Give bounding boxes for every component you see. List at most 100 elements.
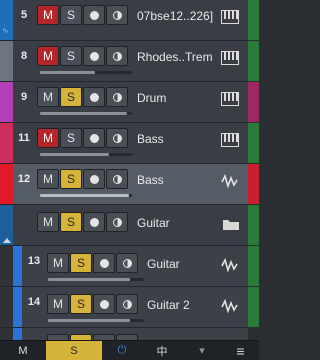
track-edge (248, 41, 259, 81)
mute-button[interactable]: M (37, 212, 59, 232)
mute-button[interactable]: M (37, 87, 59, 107)
solo-button[interactable]: S (60, 87, 82, 107)
record-icon (89, 133, 99, 143)
piano-keys-icon (221, 92, 239, 106)
solo-button[interactable]: S (70, 294, 92, 314)
mute-button[interactable]: M (37, 5, 59, 25)
waveform-icon (221, 299, 238, 313)
track-row-selected[interactable]: 12 M S Bass (0, 164, 259, 205)
mute-button[interactable]: M (47, 294, 69, 314)
track-name[interactable]: Drum (137, 91, 217, 105)
track-name[interactable]: Guitar 2 (147, 298, 217, 312)
record-button[interactable] (83, 5, 105, 25)
mute-button[interactable]: M (37, 128, 59, 148)
monitor-button[interactable] (106, 87, 128, 107)
monitor-button[interactable] (106, 5, 128, 25)
folder-icon (223, 220, 239, 230)
record-icon (89, 92, 99, 102)
track-color-strip: ∿ (0, 0, 13, 40)
volume-slider[interactable] (40, 194, 132, 197)
monitor-icon (112, 133, 122, 143)
record-icon (99, 258, 109, 268)
monitor-button[interactable] (106, 212, 128, 232)
track-color-strip (0, 123, 13, 163)
track-color-strip (0, 82, 13, 122)
track-number: 12 (17, 173, 31, 185)
track-color-strip (13, 287, 22, 327)
track-row[interactable]: 13 M S Guitar (0, 246, 259, 287)
track-color-strip (0, 164, 13, 204)
track-number: 8 (20, 50, 28, 62)
chevron-down-icon[interactable]: ▾ (182, 341, 222, 360)
record-button[interactable] (83, 87, 105, 107)
track-edge (248, 287, 259, 327)
volume-fill (40, 112, 128, 115)
global-mute-button[interactable]: M (0, 341, 46, 360)
menu-icon[interactable]: ≡ (222, 341, 259, 360)
track-name[interactable]: Guitar (137, 216, 217, 230)
track-color-strip (0, 205, 13, 245)
track-edge (248, 123, 259, 163)
track-name[interactable]: Bass (137, 132, 217, 146)
track-number: 11 (18, 132, 30, 144)
solo-button[interactable]: S (60, 5, 82, 25)
record-button[interactable] (83, 169, 105, 189)
power-icon[interactable]: ⏻ (102, 341, 142, 360)
solo-button[interactable]: S (60, 46, 82, 66)
record-button[interactable] (83, 212, 105, 232)
monitor-button[interactable] (106, 128, 128, 148)
track-row[interactable]: 8 M S Rhodes..Trem (0, 41, 259, 82)
automation-icon: ∿ (2, 26, 9, 35)
track-list-footer: M S ⏻ 中 ▾ ≡ (0, 340, 259, 360)
track-row[interactable]: 11 M S Bass (0, 123, 259, 164)
collapse-triangle-icon[interactable] (3, 238, 11, 243)
solo-button[interactable]: S (70, 253, 92, 273)
volume-slider[interactable] (48, 319, 144, 322)
solo-button[interactable]: S (60, 128, 82, 148)
monitor-button[interactable] (106, 169, 128, 189)
record-icon (89, 10, 99, 20)
monitor-button[interactable] (106, 46, 128, 66)
mute-button[interactable]: M (37, 46, 59, 66)
track-row[interactable]: ∿ 5 M S 07bse12..226] (0, 0, 259, 41)
monitor-button[interactable] (116, 294, 138, 314)
record-icon (99, 299, 109, 309)
solo-button[interactable]: S (60, 169, 82, 189)
track-name[interactable]: Guitar (147, 257, 217, 271)
record-icon (89, 217, 99, 227)
monitor-icon (112, 217, 122, 227)
track-number: 14 (27, 296, 41, 308)
record-button[interactable] (83, 128, 105, 148)
center-button[interactable]: 中 (142, 341, 182, 360)
track-row[interactable] (0, 328, 248, 340)
monitor-icon (112, 174, 122, 184)
record-button[interactable] (93, 253, 115, 273)
volume-slider[interactable] (48, 278, 144, 281)
record-button[interactable] (83, 46, 105, 66)
track-color-strip (0, 41, 13, 81)
volume-slider[interactable] (40, 112, 132, 115)
volume-fill (40, 71, 96, 74)
volume-slider[interactable] (40, 71, 132, 74)
mute-button[interactable]: M (47, 253, 69, 273)
volume-fill (40, 194, 130, 197)
monitor-icon (122, 299, 132, 309)
mute-button[interactable]: M (37, 169, 59, 189)
folder-track-row[interactable]: M S Guitar (0, 205, 259, 246)
monitor-button[interactable] (116, 253, 138, 273)
global-solo-button[interactable]: S (46, 340, 102, 360)
volume-slider[interactable] (40, 153, 132, 156)
piano-keys-icon (221, 133, 239, 147)
piano-keys-icon (221, 10, 239, 24)
track-name[interactable]: Rhodes..Trem (137, 50, 217, 64)
track-name[interactable]: Bass (137, 173, 217, 187)
record-icon (89, 174, 99, 184)
track-name[interactable]: 07bse12..226] (137, 9, 217, 23)
track-row[interactable]: 9 M S Drum (0, 82, 259, 123)
track-edge (248, 246, 259, 286)
solo-button[interactable]: S (60, 212, 82, 232)
record-button[interactable] (93, 294, 115, 314)
track-row[interactable]: 14 M S Guitar 2 (0, 287, 259, 328)
track-number: 13 (27, 255, 41, 267)
monitor-icon (122, 258, 132, 268)
